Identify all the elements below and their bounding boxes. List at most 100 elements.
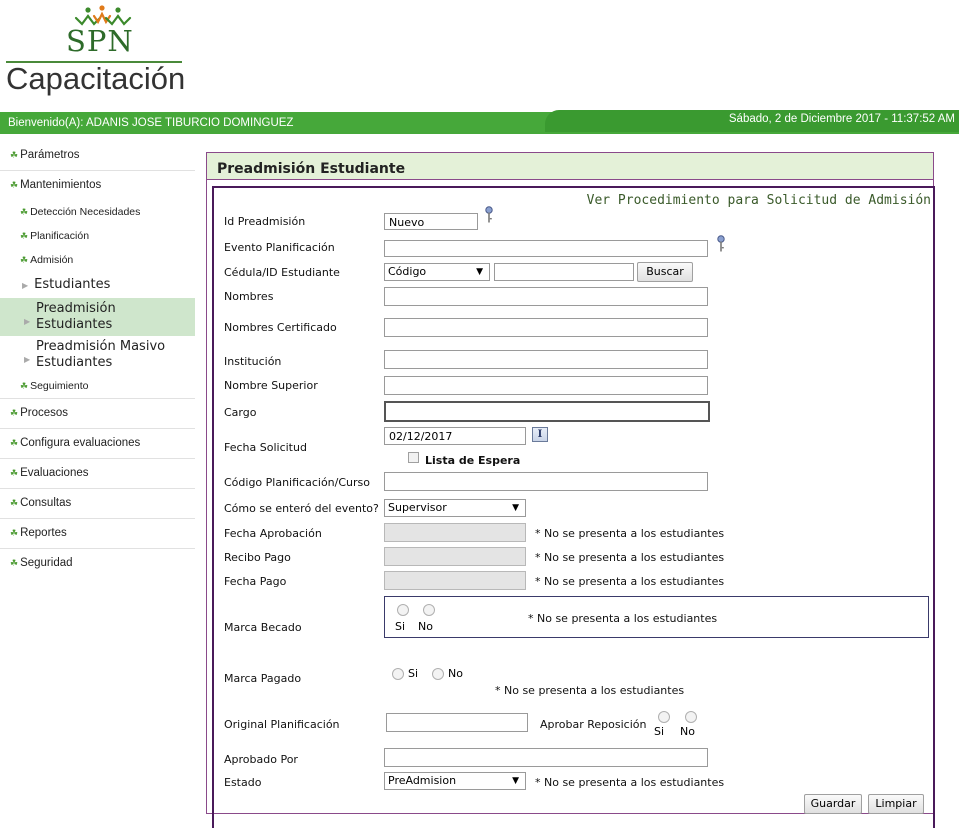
- como-entero-value: Supervisor: [388, 501, 447, 514]
- arrow-right-icon: ▶: [24, 317, 31, 326]
- nombre-superior-input[interactable]: [384, 376, 708, 395]
- sidebar-item-seguridad[interactable]: ☘ Seguridad: [0, 549, 195, 578]
- note-text: * No se presenta a los estudiantes: [495, 684, 685, 697]
- becado-no-radio[interactable]: [423, 604, 435, 616]
- estado-label: Estado: [224, 776, 262, 789]
- note-text: * No se presenta a los estudiantes: [535, 551, 725, 564]
- leaf-icon: ☘: [10, 438, 19, 448]
- caret-down-icon: ▼: [512, 503, 519, 513]
- aprobado-por-input[interactable]: [384, 748, 708, 767]
- leaf-icon: ☘: [10, 558, 19, 568]
- recibo-pago-label: Recibo Pago: [224, 551, 291, 564]
- procedure-link[interactable]: Ver Procedimiento para Solicitud de Admi…: [587, 193, 931, 208]
- fecha-aprobacion-label: Fecha Aprobación: [224, 527, 322, 540]
- sidebar-item-label: Mantenimientos: [20, 179, 102, 191]
- reposicion-si-radio[interactable]: [658, 711, 670, 723]
- institucion-input[interactable]: [384, 350, 708, 369]
- cedula-type-value: Código: [388, 265, 427, 278]
- becado-no-label: No: [418, 620, 433, 633]
- estado-select[interactable]: PreAdmision ▼: [384, 772, 526, 790]
- reposicion-si-label: Si: [654, 725, 665, 738]
- note-text: * No se presenta a los estudiantes: [528, 612, 718, 625]
- sidebar-item-evaluaciones[interactable]: ☘ Evaluaciones: [0, 459, 195, 489]
- codigo-plan-label: Código Planificación/Curso: [224, 476, 370, 489]
- nombres-certificado-label: Nombres Certificado: [224, 321, 337, 334]
- lista-espera-checkbox[interactable]: [408, 452, 419, 463]
- aprobar-reposicion-label: Aprobar Reposición: [540, 718, 647, 731]
- leaf-icon: ☘: [20, 231, 29, 241]
- arrow-right-icon: ▶: [24, 355, 31, 364]
- cedula-input[interactable]: [494, 263, 634, 281]
- id-preadmision-label: Id Preadmisión: [224, 215, 306, 228]
- reposicion-no-radio[interactable]: [685, 711, 697, 723]
- pagado-si-radio[interactable]: [392, 668, 404, 680]
- cedula-type-select[interactable]: Código ▼: [384, 263, 490, 281]
- fecha-pago-input[interactable]: [384, 571, 526, 590]
- datetime-text: Sábado, 2 de Diciembre 2017 - 11:37:52 A…: [728, 113, 955, 125]
- sidebar: ☘ Parámetros ☘ Mantenimientos ☘ Detección N…: [0, 141, 195, 578]
- sidebar-item-label: Estudiantes: [34, 277, 111, 292]
- sidebar-item-consultas[interactable]: ☘ Consultas: [0, 489, 195, 519]
- sidebar-item-label: Parámetros: [20, 149, 80, 161]
- becado-si-radio[interactable]: [397, 604, 409, 616]
- sidebar-item-preadmision-estudiantes[interactable]: ▶ Preadmisión Estudiantes: [0, 298, 195, 336]
- leaf-icon: ☘: [20, 381, 29, 391]
- sidebar-item-label: Evaluaciones: [20, 467, 89, 479]
- sidebar-item-admision[interactable]: ☘ Admisión: [0, 248, 195, 272]
- sidebar-item-label: Admisión: [30, 254, 74, 266]
- original-plan-input[interactable]: [386, 713, 528, 732]
- id-preadmision-input[interactable]: Nuevo: [384, 213, 478, 230]
- sidebar-item-configura-evaluaciones[interactable]: ☘ Configura evaluaciones: [0, 429, 195, 459]
- sidebar-item-planificacion[interactable]: ☘ Planificación: [0, 224, 195, 248]
- sidebar-item-label: Reportes: [20, 527, 67, 539]
- sidebar-item-procesos[interactable]: ☘ Procesos: [0, 399, 195, 429]
- key-icon[interactable]: [484, 206, 494, 224]
- leaf-icon: ☘: [20, 207, 29, 217]
- marca-becado-label: Marca Becado: [224, 621, 302, 634]
- fecha-solicitud-label: Fecha Solicitud: [224, 441, 307, 454]
- key-icon[interactable]: [716, 235, 726, 253]
- welcome-text: Bienvenido(A): ADANIS JOSE TIBURCIO DOMI…: [8, 117, 294, 129]
- calendar-icon[interactable]: I: [532, 427, 548, 442]
- nombres-certificado-input[interactable]: [384, 318, 708, 337]
- fecha-solicitud-input[interactable]: 02/12/2017: [384, 427, 526, 445]
- sidebar-item-label: Seguridad: [20, 557, 73, 569]
- pagado-no-radio[interactable]: [432, 668, 444, 680]
- como-entero-label: Cómo se enteró del evento?: [224, 502, 379, 515]
- estado-value: PreAdmision: [388, 774, 457, 787]
- evento-input[interactable]: [384, 240, 708, 257]
- sidebar-item-deteccion-necesidades[interactable]: ☘ Detección Necesidades: [0, 200, 195, 224]
- aprobado-por-label: Aprobado Por: [224, 753, 298, 766]
- leaf-icon: ☘: [10, 498, 19, 508]
- sidebar-item-mantenimientos[interactable]: ☘ Mantenimientos: [0, 171, 195, 200]
- cargo-label: Cargo: [224, 406, 257, 419]
- sidebar-item-label: Estudiantes: [36, 355, 113, 370]
- sidebar-item-label: Preadmisión Masivo: [36, 339, 166, 354]
- evento-label: Evento Planificación: [224, 241, 335, 254]
- fecha-aprobacion-input[interactable]: [384, 523, 526, 542]
- fecha-pago-label: Fecha Pago: [224, 575, 287, 588]
- buscar-button[interactable]: Buscar: [637, 262, 693, 282]
- note-text: * No se presenta a los estudiantes: [535, 527, 725, 540]
- guardar-button[interactable]: Guardar: [804, 794, 862, 814]
- marca-pagado-label: Marca Pagado: [224, 672, 302, 685]
- original-plan-label: Original Planificación: [224, 718, 340, 731]
- sidebar-item-estudiantes[interactable]: ▶ Estudiantes: [0, 272, 195, 298]
- sidebar-item-parametros[interactable]: ☘ Parámetros: [0, 141, 195, 171]
- recibo-pago-input[interactable]: [384, 547, 526, 566]
- sidebar-item-preadmision-masivo[interactable]: ▶ Preadmisión Masivo Estudiantes: [0, 336, 195, 374]
- pagado-no-label: No: [448, 667, 463, 680]
- nombres-input[interactable]: [384, 287, 708, 306]
- sidebar-item-label: Estudiantes: [36, 317, 113, 332]
- sidebar-item-label: Preadmisión: [36, 301, 116, 316]
- logo: SPN Capacitación: [6, 4, 196, 100]
- logo-text: SPN: [66, 24, 134, 58]
- cargo-input[interactable]: [384, 401, 710, 422]
- sidebar-item-reportes[interactable]: ☘ Reportes: [0, 519, 195, 549]
- como-entero-select[interactable]: Supervisor ▼: [384, 499, 526, 517]
- codigo-plan-input[interactable]: [384, 472, 708, 491]
- app-subtitle: Capacitación: [6, 61, 186, 96]
- limpiar-button[interactable]: Limpiar: [868, 794, 924, 814]
- sidebar-item-seguimiento[interactable]: ☘ Seguimiento: [0, 374, 195, 399]
- pagado-si-label: Si: [408, 667, 419, 680]
